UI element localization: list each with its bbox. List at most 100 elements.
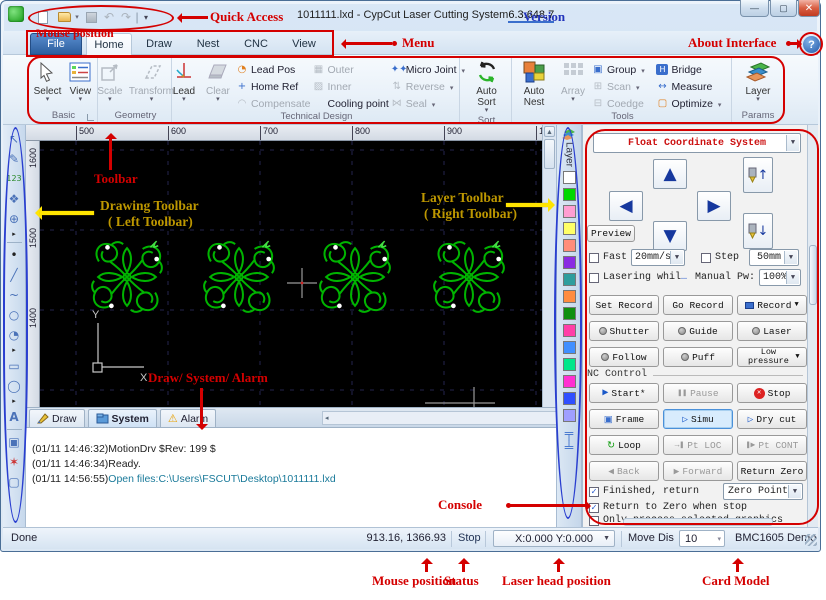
curve-tool-icon[interactable]: ~ <box>5 285 24 304</box>
layer-color-swatch[interactable] <box>562 222 576 236</box>
array-button[interactable]: Array <box>557 58 589 104</box>
pan-tool-icon[interactable]: ❖ <box>5 189 24 208</box>
compensate-button[interactable]: ◠ Compensate <box>236 96 311 111</box>
start-button[interactable]: ▶ Start* <box>589 383 659 403</box>
simu-button[interactable]: ▷ Simu <box>663 409 733 429</box>
seal-button[interactable]: ⋈ Seal <box>391 96 465 111</box>
close-button[interactable]: ✕ <box>798 0 820 17</box>
layer-color-swatch[interactable] <box>562 171 576 185</box>
layer-color-swatch[interactable] <box>562 256 576 270</box>
open-file-icon[interactable] <box>56 9 72 25</box>
auto-sort-button[interactable]: Auto Sort <box>464 58 510 115</box>
panel-vertical-scrollbar[interactable] <box>807 125 818 527</box>
resize-grip[interactable] <box>805 534 817 546</box>
scan-button[interactable]: ⊞ Scan <box>592 79 653 94</box>
puff-button[interactable]: Puff <box>663 347 733 367</box>
save-icon[interactable] <box>84 9 98 25</box>
edit-node-tool-icon[interactable]: ✎ <box>5 149 24 168</box>
tab-cnc[interactable]: CNC <box>234 33 278 55</box>
scroll-up-icon[interactable]: ▲ <box>544 126 555 137</box>
scrollbar-thumb[interactable] <box>809 245 817 305</box>
lead-button[interactable]: Lead <box>168 58 200 104</box>
low-pressure-button[interactable]: Low pressure ▼ <box>737 347 807 367</box>
lasering-checkbox[interactable] <box>589 273 599 283</box>
layer-color-swatch[interactable] <box>562 375 576 389</box>
select-button[interactable]: Select <box>31 58 65 104</box>
fast-speed-dropdown[interactable]: 20mm/s ▼ <box>631 249 685 266</box>
set-record-button[interactable]: Set Record <box>589 295 659 315</box>
optimize-button[interactable]: ▢ Optimize <box>656 96 731 111</box>
nozzle-up-button[interactable]: ↑ <box>743 157 773 193</box>
canvas-vertical-scrollbar[interactable]: ▲ <box>542 125 556 407</box>
only-selected-checkbox[interactable] <box>589 516 599 526</box>
return-zero-button[interactable]: Return Zero <box>737 461 807 481</box>
group-button[interactable]: ▣ Group <box>592 62 653 77</box>
log-line-link[interactable]: Open files:C:\Users\FSCUT\Desktop\101111… <box>108 473 335 485</box>
layer-color-swatch[interactable] <box>562 358 576 372</box>
reverse-button[interactable]: ⇅ Reverse <box>391 79 465 94</box>
zero-point-dropdown[interactable]: Zero Point ▼ <box>723 483 803 500</box>
redo-icon[interactable]: ↷ <box>119 9 133 25</box>
follow-button[interactable]: Follow <box>589 347 659 367</box>
coedge-button[interactable]: ⊟ Coedge <box>592 96 653 111</box>
undo-icon[interactable]: ↶ <box>102 9 116 25</box>
numbering-tool-icon[interactable]: 123 <box>5 169 24 188</box>
micro-joint-button[interactable]: ✦✦ Micro Joint <box>391 62 465 77</box>
maximize-button[interactable]: ▢ <box>770 0 797 17</box>
dry-cut-button[interactable]: ▷ Dry cut <box>737 409 807 429</box>
shutter-button[interactable]: Shutter <box>589 321 659 341</box>
help-icon[interactable]: ? <box>803 36 820 53</box>
go-record-button[interactable]: Go Record <box>663 295 733 315</box>
laser-head-position-dropdown[interactable]: X:0.000 Y:0.000 ▼ <box>493 530 615 547</box>
layer-color-swatch[interactable] <box>562 324 576 338</box>
auto-nest-button[interactable]: Auto Nest <box>514 58 554 109</box>
layer-button[interactable]: Layer <box>742 58 774 104</box>
return-zero-stop-checkbox[interactable]: ✓ <box>589 503 599 513</box>
dialog-launcher-icon[interactable] <box>87 114 94 121</box>
view-button[interactable]: View <box>64 58 96 104</box>
forward-button[interactable]: ▶ Forward <box>663 461 733 481</box>
point-tool-icon[interactable]: • <box>5 245 24 264</box>
ellipse-tool-icon[interactable]: ◯ <box>5 376 24 395</box>
rectangle-tool-icon[interactable]: ▭ <box>5 356 24 375</box>
jog-down-button[interactable]: ▼ <box>653 221 687 251</box>
jog-left-button[interactable]: ◀ <box>609 191 643 221</box>
home-ref-button[interactable]: + Home Ref <box>236 79 311 94</box>
pt-cont-button[interactable]: ❚▶ Pt CONT <box>737 435 807 455</box>
layer-color-swatch[interactable] <box>562 392 576 406</box>
manual-power-dropdown[interactable]: 100% ▼ <box>759 269 801 286</box>
quick-access-more-icon[interactable]: ▾ <box>141 9 151 25</box>
clear-button[interactable]: Clear <box>202 58 234 104</box>
select-tool-icon[interactable]: ↖ <box>5 129 24 148</box>
guide-button[interactable]: Guide <box>663 321 733 341</box>
arc-tool-icon[interactable]: ◔ <box>5 325 24 344</box>
text-tool-icon[interactable]: A <box>5 407 24 426</box>
inner-button[interactable]: ▨ Inner <box>312 79 388 94</box>
circle-tool-icon[interactable]: ○ <box>5 305 24 324</box>
open-file-caret-icon[interactable]: ▾ <box>73 9 81 25</box>
outer-button[interactable]: ▦ Outer <box>312 62 388 77</box>
ellipsis-more-link[interactable]: … <box>681 272 687 283</box>
doc-horizontal-scrollbar[interactable]: ◂▸ <box>322 411 574 425</box>
move-layer-bottom-icon[interactable]: ╧ <box>565 440 574 454</box>
tool-flyout-arrow-icon[interactable]: ▸ <box>5 396 24 406</box>
new-file-icon[interactable] <box>36 9 50 25</box>
coordinate-system-dropdown[interactable]: Float Coordinate System ▼ <box>593 133 801 153</box>
move-layer-top-icon[interactable]: ╤ <box>565 426 574 440</box>
bridge-button[interactable]: H Bridge <box>656 62 731 77</box>
cooling-point-button[interactable]: Cooling point <box>312 96 388 111</box>
jog-up-button[interactable]: ▲ <box>653 159 687 189</box>
tab-alarm[interactable]: ⚠ Alarm <box>159 409 217 427</box>
scroll-left-icon[interactable]: ◂ <box>325 414 329 422</box>
tab-system-log[interactable]: System <box>87 409 157 427</box>
jog-right-button[interactable]: ▶ <box>697 191 731 221</box>
panel-horizontal-scrollbar[interactable] <box>623 518 773 526</box>
step-dropdown[interactable]: 50mm ▼ <box>749 249 799 266</box>
tool-flyout-arrow-icon[interactable]: ▸ <box>5 229 24 239</box>
tool-flyout-arrow-icon[interactable]: ▸ <box>5 345 24 355</box>
fast-checkbox[interactable] <box>589 253 599 263</box>
tab-nest[interactable]: Nest <box>186 33 230 55</box>
layer-color-swatch[interactable] <box>562 409 576 423</box>
layer-color-swatch[interactable] <box>562 239 576 253</box>
scrollbar-thumb[interactable] <box>544 139 555 169</box>
